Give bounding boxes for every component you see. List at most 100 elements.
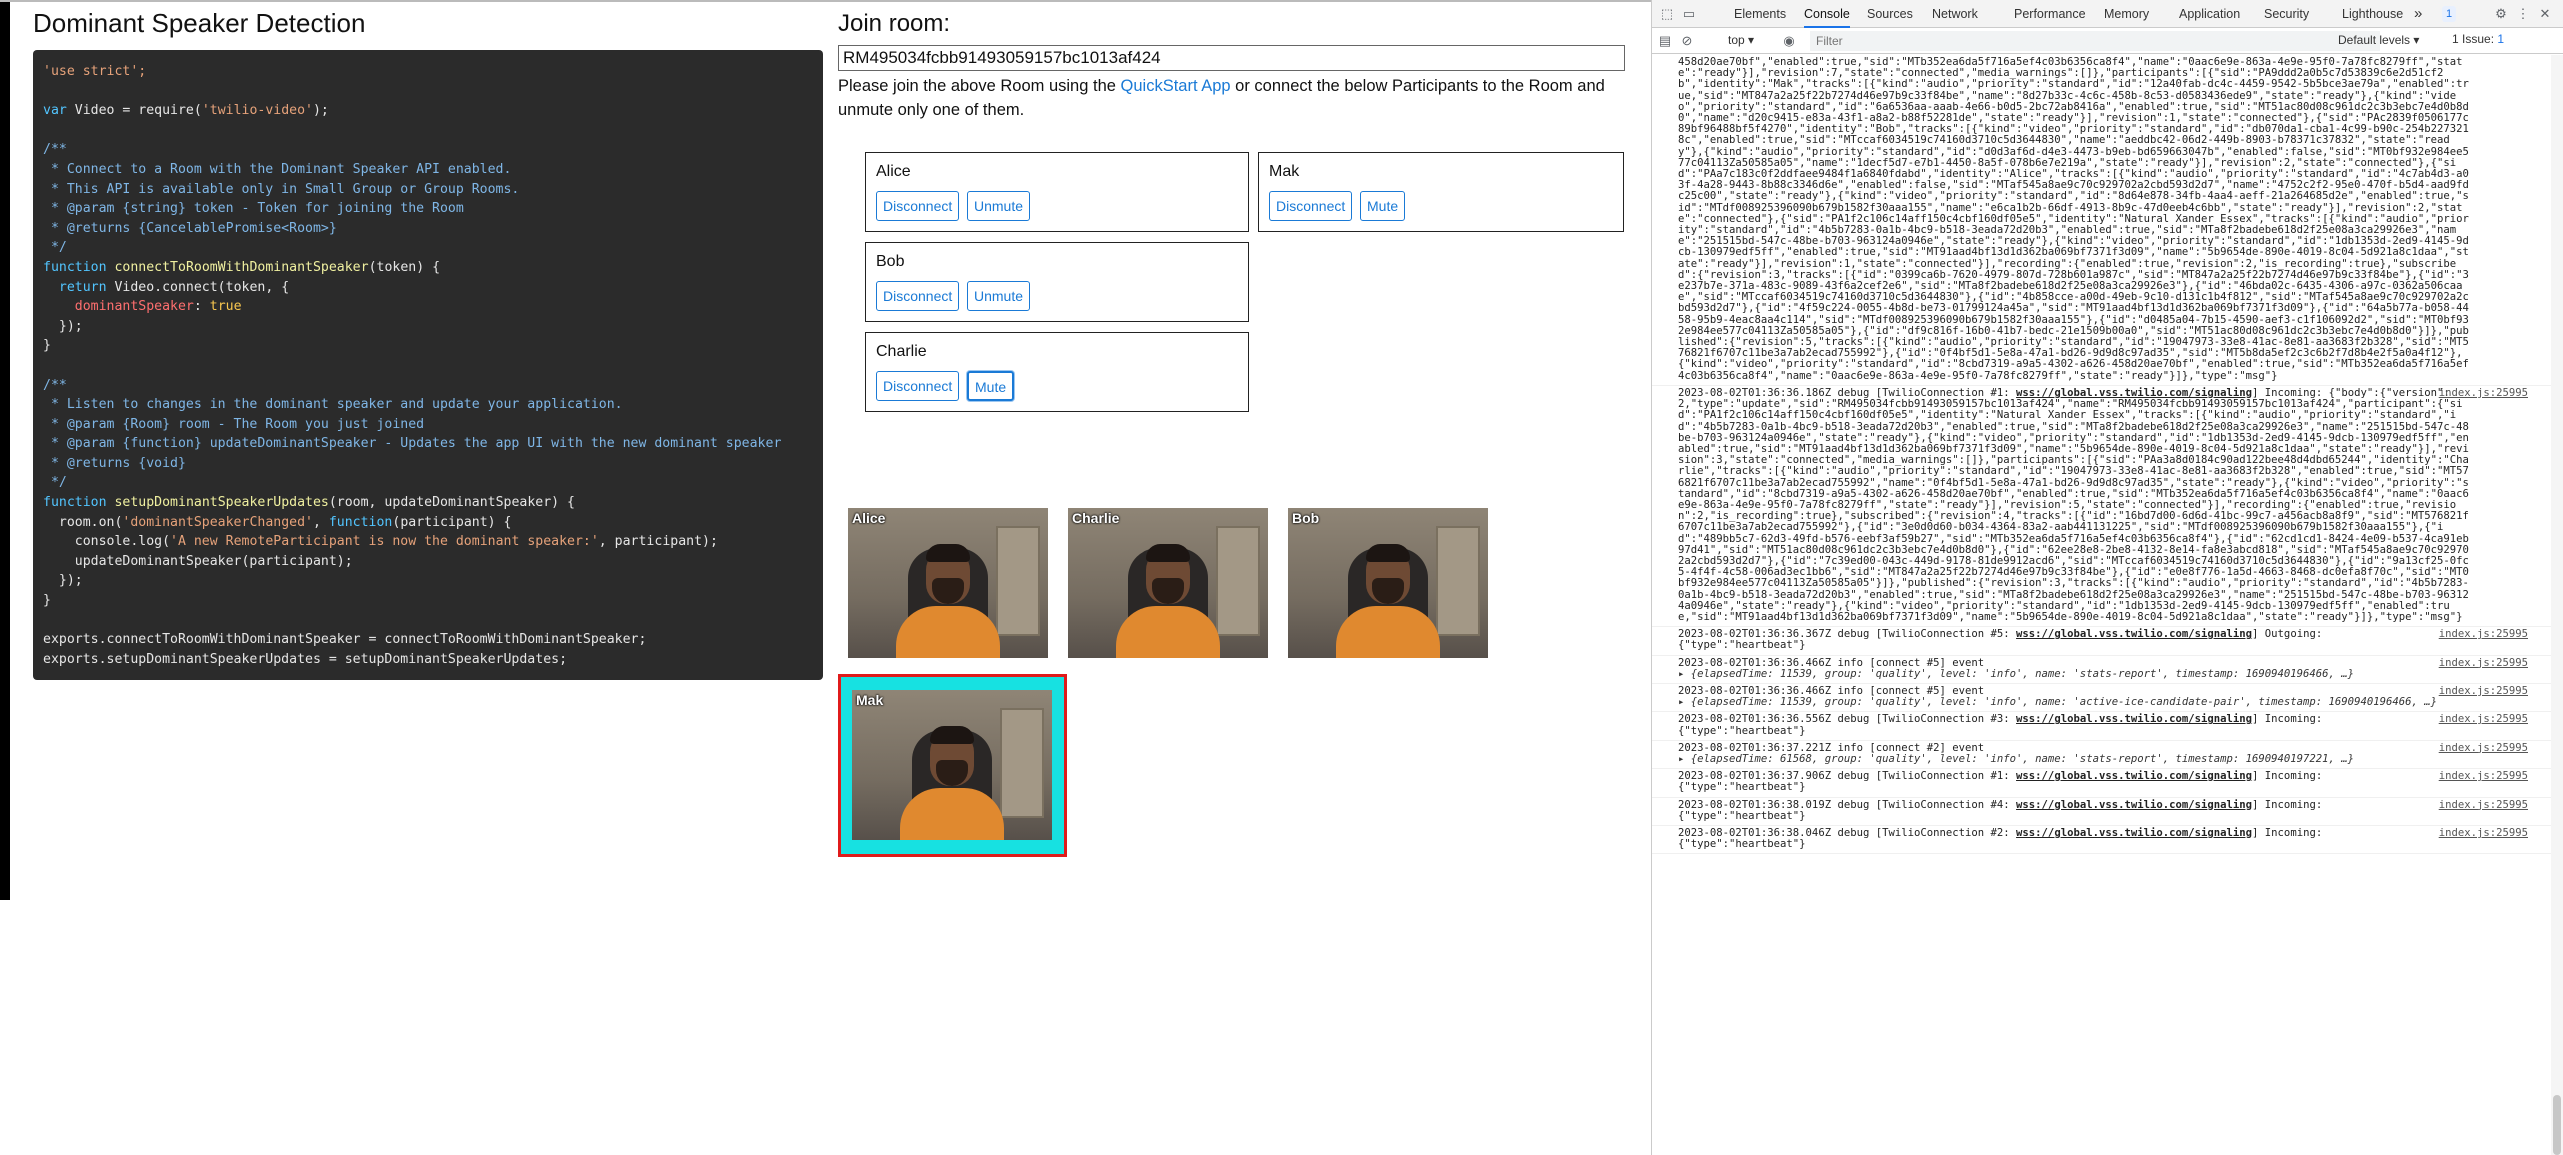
source-link[interactable]: index.js:25995 [2439, 628, 2528, 640]
tab-performance[interactable]: Performance [2014, 0, 2086, 28]
source-link[interactable]: index.js:25995 [2439, 685, 2528, 697]
signaling-url-link[interactable]: wss://global.vss.twilio.com/signaling [2016, 387, 2252, 399]
live-expression-eye-icon[interactable]: ◉ [1780, 32, 1798, 50]
code-line: room.on('dominantSpeakerChanged', functi… [43, 514, 512, 530]
tab-lighthouse[interactable]: Lighthouse [2342, 0, 2403, 28]
inspect-element-icon[interactable]: ⬚ [1658, 5, 1676, 23]
top-border [0, 0, 1651, 2]
quickstart-app-link[interactable]: QuickStart App [1121, 77, 1231, 95]
disconnect-button[interactable]: Disconnect [1269, 191, 1353, 221]
console-filter-input[interactable] [1810, 31, 2380, 51]
expandable-object[interactable]: ▸ {elapsedTime: 61568, group: 'quality',… [1678, 753, 2474, 765]
issues-count: 1 [2497, 32, 2505, 46]
issues-counter[interactable]: 1 Issue: 1 [2452, 32, 2504, 46]
participant-name: Charlie [876, 343, 927, 360]
expandable-object[interactable]: ▸ {elapsedTime: 11539, group: 'quality',… [1678, 668, 2474, 680]
devtools-tab-bar: ⬚ ▭ Elements Console Sources Network Per… [1652, 0, 2563, 28]
console-message: 2023-08-02T01:36:36.367Z debug [TwilioCo… [1652, 627, 2563, 656]
console-message: 2023-08-02T01:36:37.221Z info [connect #… [1652, 741, 2563, 770]
disconnect-button[interactable]: Disconnect [876, 281, 960, 311]
demo-app: Dominant Speaker Detection 'use strict';… [0, 0, 1651, 1155]
console-toolbar: ▤ ⊘ top ▾ ◉ Default levels ▾ 1 Issue: 1 [1652, 28, 2563, 54]
participant-name: Alice [876, 163, 911, 180]
close-icon[interactable]: ✕ [2536, 5, 2554, 23]
more-tabs-icon[interactable]: » [2414, 0, 2422, 28]
participant-card-charlie: Charlie Disconnect Mute [865, 332, 1249, 412]
code-line: * @returns {void} [43, 455, 186, 471]
mute-button[interactable]: Mute [1360, 191, 1406, 221]
device-toolbar-icon[interactable]: ▭ [1680, 5, 1698, 23]
participant-name: Mak [1269, 163, 1300, 180]
code-line: exports.connectToRoomWithDominantSpeaker… [43, 632, 647, 648]
code-line: */ [43, 475, 67, 491]
disconnect-button[interactable]: Disconnect [876, 371, 960, 401]
tab-sources[interactable]: Sources [1867, 0, 1913, 28]
code-line: 'use strict'; [43, 64, 147, 79]
console-message: 458d20ae70bf","enabled":true,"sid":"MTb3… [1652, 55, 2563, 386]
source-link[interactable]: index.js:25995 [2439, 799, 2528, 811]
participant-card-alice: Alice Disconnect Unmute [865, 152, 1249, 232]
participant-card-mak: Mak Disconnect Mute [1258, 152, 1624, 232]
signaling-url-link[interactable]: wss://global.vss.twilio.com/signaling [2016, 713, 2252, 725]
context-selector[interactable]: top ▾ [1728, 33, 1754, 47]
console-log-list: 458d20ae70bf","enabled":true,"sid":"MTb3… [1652, 55, 2563, 1155]
settings-gear-icon[interactable]: ⚙ [2492, 5, 2510, 23]
code-line: return Video.connect(token, { [58, 279, 290, 295]
room-sid-input[interactable] [838, 45, 1625, 71]
code-line: */ [43, 240, 67, 256]
console-message: 2023-08-02T01:36:36.466Z info [connect #… [1652, 656, 2563, 684]
code-line: function connectToRoomWithDominantSpeake… [43, 259, 441, 275]
unmute-button[interactable]: Unmute [967, 281, 1031, 311]
video-tile-label: Charlie [1072, 510, 1120, 526]
code-line: dominantSpeaker: true [74, 299, 242, 315]
sidebar-toggle-icon[interactable]: ▤ [1656, 32, 1674, 50]
source-link[interactable]: index.js:25995 [2439, 657, 2528, 669]
issues-label: 1 Issue: [2452, 32, 2498, 46]
unmute-button[interactable]: Unmute [967, 191, 1031, 221]
log-levels-dropdown[interactable]: Default levels ▾ [2338, 33, 2419, 47]
tab-memory[interactable]: Memory [2104, 0, 2149, 28]
code-snippet-panel: 'use strict'; var Video = require('twili… [33, 50, 823, 680]
video-tile-label: Mak [856, 692, 884, 708]
console-scrollbar[interactable] [2551, 55, 2563, 1155]
code-line: function setupDominantSpeakerUpdates(roo… [43, 495, 575, 511]
code-line: /** [43, 377, 67, 393]
code-line: }); [43, 573, 83, 589]
join-instructions: Please join the above Room using the Qui… [838, 74, 1638, 122]
mute-button[interactable]: Mute [967, 371, 1015, 401]
signaling-url-link[interactable]: wss://global.vss.twilio.com/signaling [2016, 628, 2252, 640]
source-link[interactable]: index.js:25995 [2439, 387, 2528, 399]
console-message: 2023-08-02T01:36:36.556Z debug [TwilioCo… [1652, 712, 2563, 741]
code-line: * @returns {CancelablePromise<Room>} [43, 220, 337, 236]
video-tile-bob: Bob [1288, 508, 1488, 658]
console-message: 2023-08-02T01:36:36.186Z debug [TwilioCo… [1652, 386, 2563, 628]
tab-security[interactable]: Security [2264, 0, 2309, 28]
code-line: * @param {Room} room - The Room you just… [43, 416, 425, 432]
disconnect-button[interactable]: Disconnect [876, 191, 960, 221]
source-link[interactable]: index.js:25995 [2439, 742, 2528, 754]
source-link[interactable]: index.js:25995 [2439, 770, 2528, 782]
tab-network[interactable]: Network [1932, 0, 1978, 28]
tab-application[interactable]: Application [2179, 0, 2240, 28]
video-tile-alice: Alice [848, 508, 1048, 658]
video-tile-label: Bob [1292, 510, 1320, 526]
expandable-object[interactable]: ▸ {elapsedTime: 11539, group: 'quality',… [1678, 696, 2474, 708]
join-instructions-text: Please join the above Room using the [838, 77, 1121, 95]
signaling-url-link[interactable]: wss://global.vss.twilio.com/signaling [2016, 799, 2252, 811]
more-options-icon[interactable]: ⋮ [2514, 5, 2532, 23]
tab-elements[interactable]: Elements [1734, 0, 1786, 28]
code-line: exports.setupDominantSpeakerUpdates = se… [43, 651, 568, 667]
code-line: /** [43, 142, 67, 158]
scrollbar-thumb[interactable] [2553, 1095, 2561, 1155]
page-title: Dominant Speaker Detection [33, 8, 366, 38]
signaling-url-link[interactable]: wss://global.vss.twilio.com/signaling [2016, 827, 2252, 839]
console-message: 2023-08-02T01:36:38.019Z debug [TwilioCo… [1652, 798, 2563, 826]
issues-badge[interactable]: 1 [2442, 6, 2457, 22]
source-link[interactable]: index.js:25995 [2439, 714, 2528, 725]
tab-console[interactable]: Console [1804, 0, 1850, 28]
clear-console-icon[interactable]: ⊘ [1678, 32, 1696, 50]
signaling-url-link[interactable]: wss://global.vss.twilio.com/signaling [2016, 770, 2252, 782]
source-link[interactable]: index.js:25995 [2439, 827, 2528, 839]
